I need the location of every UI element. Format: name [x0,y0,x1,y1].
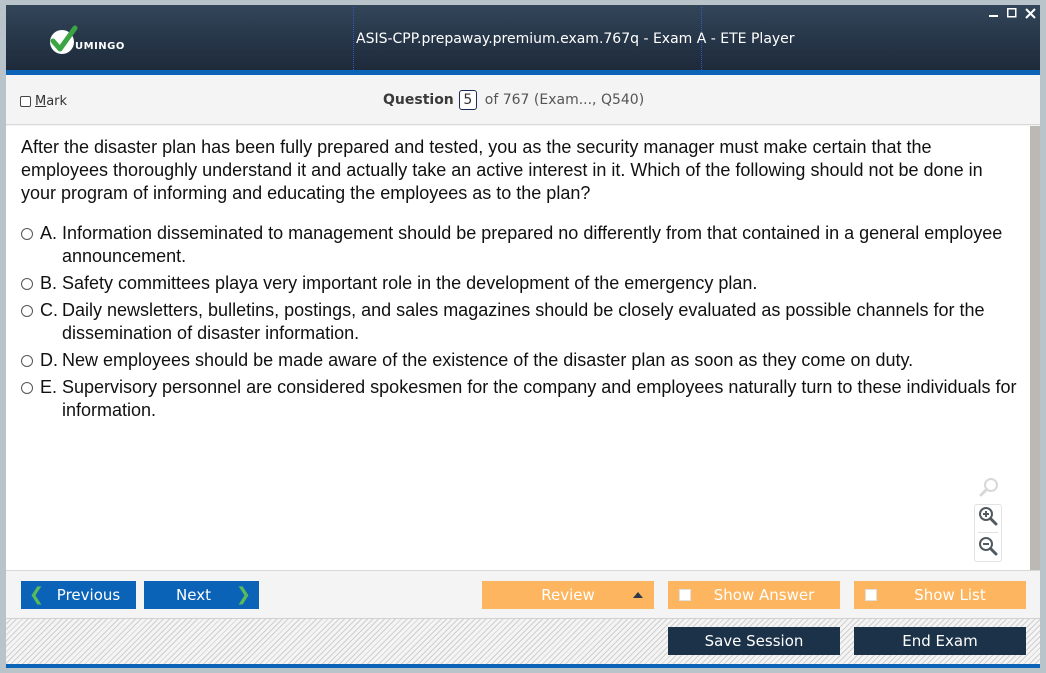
question-counter: Question 5 of 767 (Exam..., Q540) [383,90,644,110]
vertical-scrollbar[interactable] [1030,126,1040,570]
question-text: After the disaster plan has been fully p… [21,137,983,203]
checkbox-icon[interactable] [865,589,877,601]
option-letter: C. [40,300,58,320]
checkmark-logo-icon [50,25,78,54]
zoom-out-icon[interactable] [978,536,998,560]
maximize-icon[interactable] [1006,7,1018,19]
app-logo: UMINGO [50,25,125,57]
close-icon[interactable] [1024,7,1036,19]
answer-option-c[interactable]: C. Daily newsletters, bulletins, posting… [21,299,1021,345]
zoom-in-icon[interactable] [978,506,998,530]
session-footer: Save Session End Exam [6,618,1040,664]
end-exam-label: End Exam [902,632,978,650]
title-bar: UMINGO ASIS-CPP.prepaway.premium.exam.76… [6,5,1040,75]
review-button[interactable]: Review [482,581,654,609]
option-text: Safety committees playa very important r… [62,273,758,293]
zoom-icon[interactable] [977,476,1001,500]
show-list-button[interactable]: Show List [854,581,1026,609]
question-label: Question [383,92,454,108]
chevron-left-icon: ❮ [29,584,45,605]
answer-option-a[interactable]: A. Information disseminated to managemen… [21,222,1021,268]
minimize-icon[interactable] [988,7,1000,19]
question-total: of 767 (Exam..., Q540) [484,92,645,108]
option-text: New employees should be made aware of th… [62,350,914,370]
mark-checkbox[interactable]: Mark [20,94,67,109]
bottom-accent-strip [6,664,1040,668]
save-session-button[interactable]: Save Session [668,627,840,655]
radio-icon[interactable] [21,355,33,367]
next-label: Next [176,586,211,604]
previous-label: Previous [56,586,121,604]
option-text: Information disseminated to management s… [62,223,1003,266]
zoom-tools [974,476,1004,562]
answer-option-d[interactable]: D. New employees should be made aware of… [21,349,1021,372]
chevron-right-icon: ❯ [235,584,251,605]
mark-label: Mark [35,94,67,109]
option-letter: B. [40,273,58,293]
show-answer-label: Show Answer [713,586,815,604]
question-bar: Mark Question 5 of 767 (Exam..., Q540) [6,75,1040,125]
radio-icon[interactable] [21,228,33,240]
option-letter: E. [40,377,58,397]
mark-label-rest: ark [46,94,68,109]
title-separator [353,7,354,70]
save-session-label: Save Session [704,632,804,650]
option-text: Daily newsletters, bulletins, postings, … [62,300,985,343]
zoom-divider [978,532,998,534]
option-text: Supervisory personnel are considered spo… [62,377,1017,420]
next-button[interactable]: Next ❯ [144,581,259,609]
question-number-input[interactable]: 5 [458,90,477,110]
answer-option-e[interactable]: E. Supervisory personnel are considered … [21,376,1021,422]
navigation-bar: ❮ Previous Next ❯ Review Show Answer Sho… [6,570,1040,618]
mark-label-accesskey: M [35,94,47,109]
option-letter: A. [40,223,58,243]
window-title: ASIS-CPP.prepaway.premium.exam.767q - Ex… [356,31,795,47]
radio-icon[interactable] [21,382,33,394]
answer-option-b[interactable]: B. Safety committees playa very importan… [21,272,1021,295]
answer-options: A. Information disseminated to managemen… [21,222,1021,426]
window-controls [988,7,1036,19]
radio-icon[interactable] [21,278,33,290]
checkbox-icon[interactable] [679,589,691,601]
show-answer-button[interactable]: Show Answer [668,581,840,609]
logo-text: UMINGO [75,40,125,52]
end-exam-button[interactable]: End Exam [854,627,1026,655]
radio-icon[interactable] [21,305,33,317]
zoom-button-group [974,504,1002,562]
show-list-label: Show List [914,586,986,604]
app-window: UMINGO ASIS-CPP.prepaway.premium.exam.76… [6,5,1040,668]
option-letter: D. [40,350,58,370]
checkbox-icon[interactable] [20,96,31,107]
review-label: Review [541,586,595,604]
caret-up-icon [633,592,643,598]
question-content: After the disaster plan has been fully p… [6,126,1030,570]
previous-button[interactable]: ❮ Previous [21,581,136,609]
